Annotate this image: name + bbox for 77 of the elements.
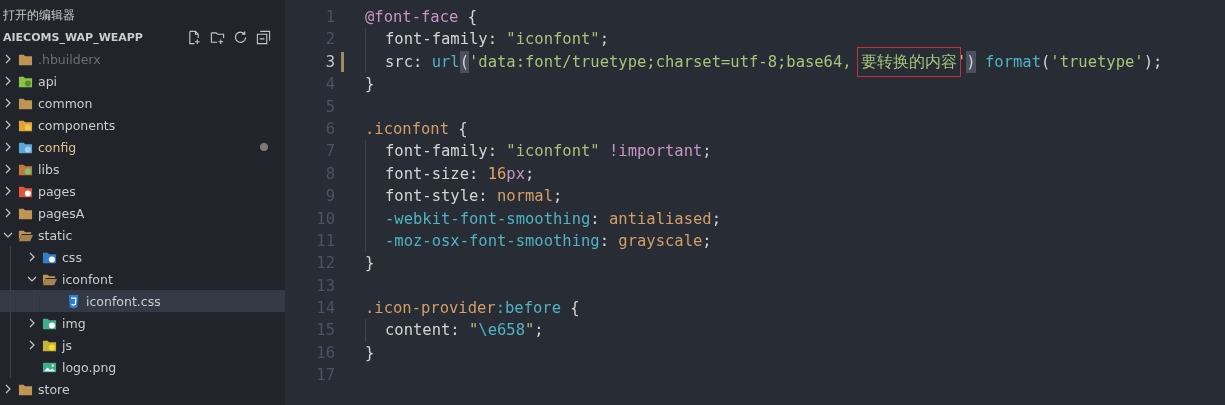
file-tree-item[interactable]: common — [38, 95, 93, 111]
code-token: } — [365, 74, 375, 96]
open-editors-heading[interactable]: 打开的编辑器 — [0, 4, 75, 26]
code-token: ; — [711, 208, 721, 230]
code-token: ( — [1040, 51, 1051, 73]
code-token: } — [365, 253, 375, 275]
code-token: 16 — [487, 163, 507, 185]
code-token: url — [431, 51, 460, 73]
code-token: : — [478, 186, 489, 208]
code-token: ; — [599, 29, 609, 51]
code-token: ) — [966, 50, 976, 74]
file-tree-item[interactable]: iconfont — [62, 271, 113, 287]
code-token: " — [469, 320, 479, 342]
code-token: ; — [702, 141, 712, 163]
new-folder-icon[interactable] — [210, 29, 225, 45]
code-token: : — [599, 230, 610, 252]
code-token: : — [487, 141, 498, 163]
file-tree-item[interactable]: pages — [38, 183, 76, 199]
code-token: normal — [497, 186, 553, 208]
file-tree-item[interactable]: css — [62, 249, 82, 265]
file-tree-item[interactable]: js — [62, 337, 72, 353]
file-tree-item[interactable]: api — [38, 73, 58, 89]
file-tree-item[interactable]: components — [38, 117, 116, 133]
code-token: "iconfont" — [506, 29, 600, 51]
code-token: px — [506, 163, 525, 185]
code-token: } — [365, 342, 375, 364]
css-file-icon — [66, 293, 81, 309]
file-tree-item[interactable]: libs — [38, 161, 60, 177]
code-token: !important — [609, 141, 703, 163]
code-token: 'data:font/truetype;charset=utf-8;base64, — [469, 51, 853, 73]
new-file-icon[interactable] — [187, 29, 202, 45]
code-token: -webkit-font-smoothing — [385, 208, 591, 230]
file-tree-item[interactable]: static — [38, 227, 73, 243]
code-token: 'truetype' — [1050, 51, 1144, 73]
file-tree-item[interactable]: img — [62, 315, 86, 331]
code-token: ; — [525, 163, 535, 185]
code-token: ); — [1143, 51, 1163, 73]
code-token: { — [466, 7, 477, 28]
code-token: src — [385, 51, 413, 73]
code-token: : — [469, 163, 480, 185]
code-token: ; — [702, 230, 712, 252]
file-tree-item[interactable]: config — [38, 139, 77, 155]
file-tree-item[interactable]: logo.png — [62, 359, 117, 375]
file-tree-item[interactable]: store — [38, 381, 70, 397]
code-token: : — [450, 320, 461, 342]
code-token: \e658 — [478, 320, 525, 342]
code-token: { — [457, 118, 468, 140]
code-token: .icon-provider — [365, 298, 496, 320]
code-token: format — [983, 51, 1041, 73]
collapse-all-icon[interactable] — [256, 29, 271, 45]
code-token: { — [569, 298, 580, 320]
code-token: " — [525, 320, 535, 342]
code-token: @font-face — [365, 7, 459, 28]
code-token: ( — [459, 50, 469, 74]
code-token: : — [413, 51, 424, 73]
modified-dot-icon — [260, 143, 268, 151]
code-token: font-family — [385, 141, 488, 163]
code-token: font-size — [385, 163, 469, 185]
code-token: content — [385, 320, 451, 342]
code-token: -moz-osx-font-smoothing — [385, 230, 600, 252]
code-token: grayscale — [618, 230, 703, 252]
code-token: :before — [495, 298, 561, 320]
file-tree-item[interactable]: pagesA — [38, 205, 85, 221]
code-token: ' — [956, 51, 967, 73]
code-token: "iconfont" — [506, 141, 601, 163]
code-token: antialiased — [609, 208, 712, 230]
code-token: ; — [534, 320, 544, 342]
code-token: : — [590, 208, 601, 230]
code-token: ; — [553, 186, 563, 208]
line-number: 3 — [324, 51, 335, 73]
code-token: font-style — [385, 186, 479, 208]
code-token: .iconfont — [365, 118, 449, 140]
code-token: font-family — [385, 29, 488, 51]
refresh-icon[interactable] — [233, 29, 248, 45]
code-token: : — [487, 29, 498, 51]
project-title[interactable]: AIECOMS_WAP_WEAPP — [3, 30, 143, 44]
file-tree-item[interactable]: iconfont.css — [86, 293, 161, 309]
